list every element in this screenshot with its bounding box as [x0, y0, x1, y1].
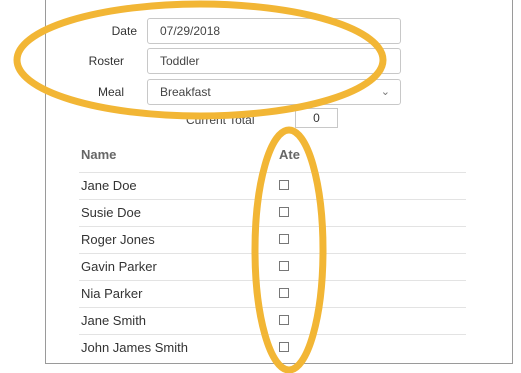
- row-divider: [79, 307, 466, 308]
- roster-field[interactable]: Toddler: [147, 48, 401, 74]
- meal-select[interactable]: Breakfast ⌄: [147, 79, 401, 105]
- row-name: Susie Doe: [81, 205, 141, 220]
- meal-select-value: Breakfast: [160, 85, 211, 99]
- row-name: Jane Smith: [81, 313, 147, 328]
- roster-label: Roster: [88, 54, 124, 68]
- row-divider: [79, 199, 466, 200]
- row-divider: [79, 226, 466, 227]
- current-total-label: Current Total: [186, 113, 255, 127]
- column-header-name: Name: [81, 147, 117, 162]
- column-header-ate: Ate: [279, 147, 300, 162]
- row-divider: [79, 280, 466, 281]
- date-field[interactable]: 07/29/2018: [147, 18, 401, 44]
- row-divider: [79, 334, 466, 335]
- date-label: Date: [111, 24, 137, 38]
- current-total-value: 0: [295, 108, 338, 128]
- row-name: John James Smith: [81, 340, 188, 355]
- meal-label: Meal: [97, 85, 124, 99]
- chevron-down-icon: ⌄: [380, 86, 390, 98]
- ate-checkbox[interactable]: [279, 288, 289, 298]
- ate-checkbox[interactable]: [279, 315, 289, 325]
- row-name: Roger Jones: [81, 232, 155, 247]
- ate-checkbox[interactable]: [279, 261, 289, 271]
- ate-checkbox[interactable]: [279, 180, 289, 190]
- header-divider: [79, 172, 466, 173]
- row-name: Jane Doe: [81, 178, 137, 193]
- ate-checkbox[interactable]: [279, 342, 289, 352]
- ate-checkbox[interactable]: [279, 207, 289, 217]
- ate-checkbox[interactable]: [279, 234, 289, 244]
- row-name: Gavin Parker: [81, 259, 157, 274]
- row-divider: [79, 253, 466, 254]
- row-name: Nia Parker: [81, 286, 143, 301]
